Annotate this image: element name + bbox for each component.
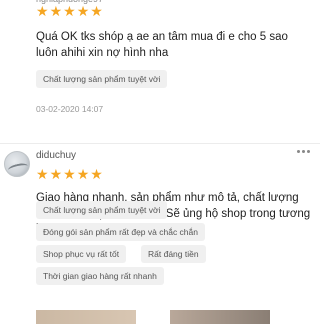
more-options-icon[interactable] xyxy=(297,150,310,153)
star-icon: ★ xyxy=(90,166,103,182)
review-timestamp: 03-02-2020 14:07 xyxy=(36,104,104,114)
reviewer-username[interactable]: diduchuy xyxy=(36,150,76,161)
review-tag: Shop phục vụ rất tốt xyxy=(36,245,127,263)
review-tag: Thời gian giao hàng rất nhanh xyxy=(36,267,164,285)
star-icon: ★ xyxy=(90,3,103,19)
review-divider xyxy=(0,143,320,144)
review-photo-thumbnail[interactable] xyxy=(170,310,270,324)
review-photo-thumbnail[interactable] xyxy=(36,310,136,324)
review-tag: Rất đáng tiền xyxy=(141,245,206,263)
review-tag: Đóng gói sản phẩm rất đẹp và chắc chắn xyxy=(36,223,205,241)
star-icon: ★ xyxy=(49,166,63,182)
star-icon: ★ xyxy=(76,166,90,182)
star-icon: ★ xyxy=(63,166,76,182)
review-tag: Chất lượng sản phẩm tuyệt vời xyxy=(36,70,168,88)
review-text: Quá OK tks shóp ạ ae an tâm mua đi e cho… xyxy=(36,31,288,59)
avatar[interactable] xyxy=(4,151,30,177)
rating-stars: ★ ★ ★ ★ ★ xyxy=(36,167,103,181)
star-icon: ★ xyxy=(76,3,90,19)
star-icon: ★ xyxy=(36,3,49,19)
star-icon: ★ xyxy=(63,3,76,19)
review-tag: Chất lượng sản phẩm tuyệt vời xyxy=(36,201,168,219)
star-icon: ★ xyxy=(49,3,63,19)
rating-stars: ★ ★ ★ ★ ★ xyxy=(36,4,103,18)
star-icon: ★ xyxy=(36,166,49,182)
